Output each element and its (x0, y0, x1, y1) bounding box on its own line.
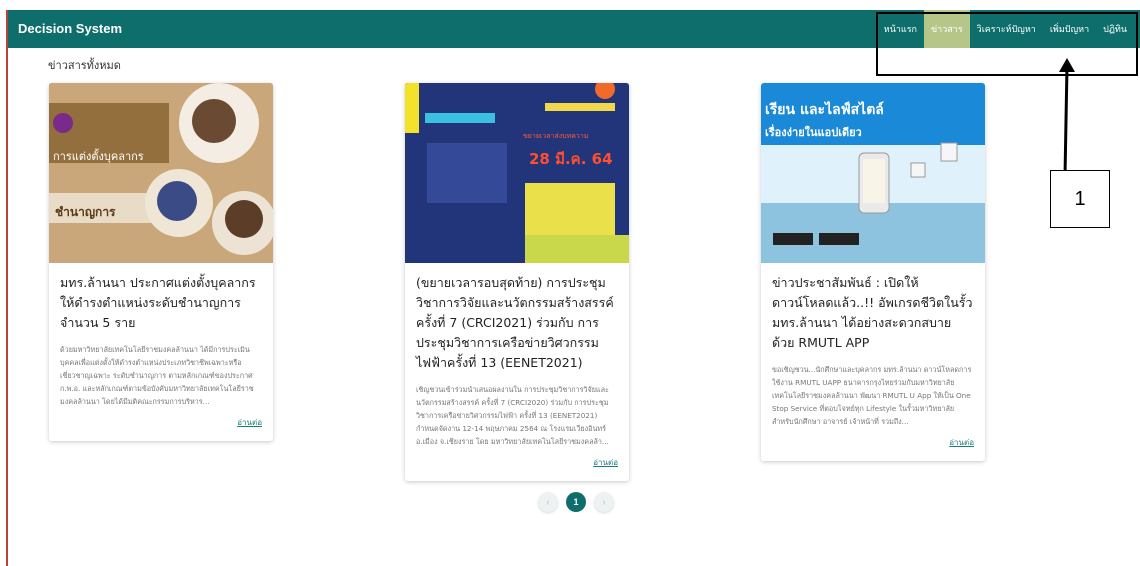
read-more-link[interactable]: อ่านต่อ (60, 416, 262, 429)
news-title[interactable]: มทร.ล้านนา ประกาศแต่งตั้งบุคลากรให้ดำรงต… (60, 273, 262, 333)
news-thumbnail-art-icon (49, 83, 273, 263)
news-card[interactable]: เรียน และไลฟ์สไตล์ เรื่องง่ายในแอปเดียว … (761, 83, 985, 461)
news-thumbnail[interactable]: เรียน และไลฟ์สไตล์ เรื่องง่ายในแอปเดียว (761, 83, 985, 263)
annotation-label: 1 (1050, 170, 1110, 228)
news-thumbnail-art-icon (405, 83, 629, 263)
thumb-caption: 28 มี.ค. 64 (529, 150, 613, 168)
news-card-body: ข่าวประชาสัมพันธ์ : เปิดให้ดาวน์โหลดแล้ว… (761, 263, 985, 461)
news-card[interactable]: 28 มี.ค. 64 ขยายเวลาส่งบทความ (ขยายเวลาร… (405, 83, 629, 481)
annotation-arrow-icon (1059, 58, 1075, 177)
prev-page-chevron-left-icon[interactable]: ‹ (538, 492, 558, 512)
brand-logo-text[interactable]: Decision System (18, 10, 122, 48)
next-page-chevron-right-icon[interactable]: › (594, 492, 614, 512)
read-more-link[interactable]: อ่านต่อ (416, 456, 618, 469)
news-excerpt: ด้วยมหาวิทยาลัยเทคโนโลยีราชมงคลล้านนา ได… (60, 345, 254, 406)
thumb-caption: เรื่องง่ายในแอปเดียว (765, 126, 862, 139)
read-more-link[interactable]: อ่านต่อ (772, 436, 974, 449)
annotation-highlight-box (876, 12, 1138, 76)
news-card[interactable]: การแต่งตั้งบุคลากร ชำนาญการ มทร.ล้านนา ป… (49, 83, 273, 441)
news-excerpt: เชิญชวนเข้าร่วมนำเสนอผลงานใน การประชุมวิ… (416, 385, 609, 446)
news-excerpt: ขอเชิญชวน...นักศึกษาและบุคลากร มทร.ล้านน… (772, 365, 972, 426)
thumb-caption: เรียน และไลฟ์สไตล์ (765, 102, 884, 118)
pagination: ‹ 1 › (538, 492, 614, 512)
news-title[interactable]: (ขยายเวลารอบสุดท้าย) การประชุมวิชาการวิจ… (416, 273, 618, 373)
news-card-body: มทร.ล้านนา ประกาศแต่งตั้งบุคลากรให้ดำรงต… (49, 263, 273, 441)
page-title: ข่าวสารทั้งหมด (48, 59, 121, 72)
thumb-caption: ขยายเวลาส่งบทความ (523, 132, 589, 140)
page-number-button[interactable]: 1 (566, 492, 586, 512)
thumb-caption: การแต่งตั้งบุคลากร (53, 150, 144, 163)
thumb-caption: ชำนาญการ (55, 205, 116, 219)
news-card-body: (ขยายเวลารอบสุดท้าย) การประชุมวิชาการวิจ… (405, 263, 629, 481)
news-title[interactable]: ข่าวประชาสัมพันธ์ : เปิดให้ดาวน์โหลดแล้ว… (772, 273, 974, 353)
news-thumbnail[interactable]: 28 มี.ค. 64 ขยายเวลาส่งบทความ (405, 83, 629, 263)
news-thumbnail[interactable]: การแต่งตั้งบุคลากร ชำนาญการ (49, 83, 273, 263)
